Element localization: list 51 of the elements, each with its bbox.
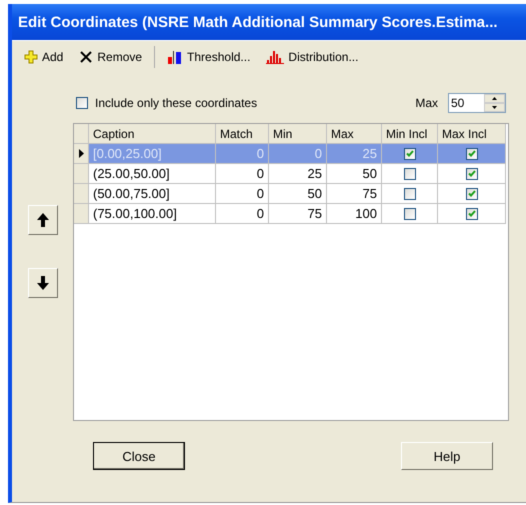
checkbox[interactable] bbox=[404, 188, 416, 200]
histogram-icon bbox=[266, 50, 284, 64]
remove-button[interactable]: Remove bbox=[73, 48, 148, 66]
arrow-down-icon bbox=[36, 275, 50, 291]
table-cell: 75 bbox=[327, 184, 382, 204]
checkbox[interactable] bbox=[76, 97, 88, 109]
add-button[interactable]: Add bbox=[18, 48, 70, 66]
checkbox[interactable] bbox=[404, 208, 416, 220]
table-cell: 25 bbox=[327, 144, 382, 164]
checkbox[interactable] bbox=[404, 148, 416, 160]
table-cell: [0.00,25.00] bbox=[89, 144, 216, 164]
checkbox[interactable] bbox=[466, 208, 478, 220]
threshold-button[interactable]: Threshold... bbox=[161, 48, 256, 66]
table-cell: 100 bbox=[327, 204, 382, 224]
corner-header bbox=[74, 124, 89, 144]
table-cell: (25.00,50.00] bbox=[89, 164, 216, 184]
column-header[interactable]: Max Incl bbox=[438, 124, 506, 144]
close-button[interactable]: Close bbox=[93, 442, 185, 470]
table-cell: (75.00,100.00] bbox=[89, 204, 216, 224]
table-cell: 0 bbox=[216, 204, 269, 224]
checkbox[interactable] bbox=[466, 188, 478, 200]
table-cell: 50 bbox=[269, 184, 327, 204]
column-header[interactable]: Caption bbox=[89, 124, 216, 144]
checkbox[interactable] bbox=[404, 168, 416, 180]
checkbox[interactable] bbox=[466, 148, 478, 160]
move-up-button[interactable] bbox=[28, 205, 58, 235]
window-title: Edit Coordinates (NSRE Math Additional Summary Scores.Estima... bbox=[12, 4, 526, 40]
distribution-button[interactable]: Distribution... bbox=[260, 48, 364, 66]
arrow-up-icon bbox=[36, 212, 50, 228]
table-cell: 0 bbox=[216, 144, 269, 164]
close-icon bbox=[79, 50, 94, 64]
table-cell: 25 bbox=[269, 164, 327, 184]
max-label: Max bbox=[415, 96, 438, 110]
column-header[interactable]: Min bbox=[269, 124, 327, 144]
column-header[interactable]: Min Incl bbox=[382, 124, 438, 144]
table-cell: 50 bbox=[327, 164, 382, 184]
plus-icon bbox=[24, 50, 38, 64]
help-button[interactable]: Help bbox=[401, 442, 493, 470]
table-cell: (50.00,75.00] bbox=[89, 184, 216, 204]
column-header[interactable]: Match bbox=[216, 124, 269, 144]
checkbox-label: Include only these coordinates bbox=[95, 96, 258, 110]
row-pointer-icon bbox=[78, 149, 84, 158]
column-header[interactable]: Max bbox=[327, 124, 382, 144]
move-down-button[interactable] bbox=[28, 268, 58, 298]
table-cell: 0 bbox=[269, 144, 327, 164]
table-cell: 0 bbox=[216, 164, 269, 184]
table-cell: 0 bbox=[216, 184, 269, 204]
bar-chart-icon bbox=[167, 50, 184, 64]
row-header[interactable] bbox=[74, 144, 89, 164]
checkbox[interactable] bbox=[466, 168, 478, 180]
table-cell: 75 bbox=[269, 204, 327, 224]
